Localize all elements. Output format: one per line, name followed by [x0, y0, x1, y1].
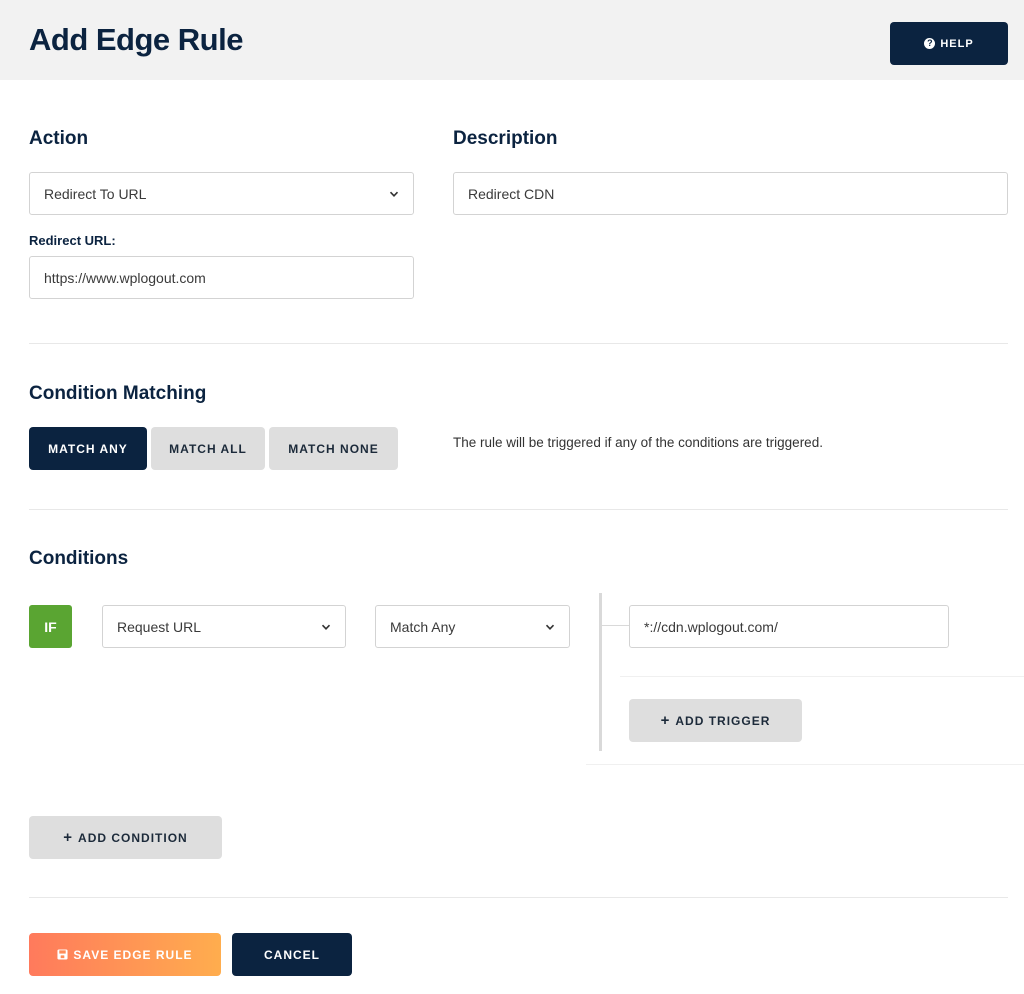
condition-match-value: Match Any [390, 618, 456, 635]
floppy-disk-icon [57, 949, 68, 960]
help-button-label: HELP [940, 37, 974, 50]
add-trigger-label: ADD TRIGGER [675, 713, 771, 728]
if-badge: IF [29, 605, 72, 648]
redirect-url-input[interactable] [29, 256, 414, 299]
chevron-down-icon [321, 624, 331, 630]
condition-type-value: Request URL [117, 618, 202, 635]
trigger-connector-branch [602, 625, 629, 626]
match-any-button[interactable]: MATCH ANY [29, 427, 147, 470]
action-title: Action [29, 128, 89, 149]
save-edge-rule-button[interactable]: SAVE EDGE RULE [29, 933, 221, 976]
match-none-button[interactable]: MATCH NONE [269, 427, 398, 470]
section-divider [29, 897, 1008, 898]
description-title: Description [453, 128, 558, 149]
match-description: The rule will be triggered if any of the… [453, 435, 823, 450]
plus-icon: + [660, 712, 670, 729]
chevron-down-icon [389, 191, 399, 197]
action-select[interactable]: Redirect To URL [29, 172, 414, 215]
add-condition-button[interactable]: + ADD CONDITION [29, 816, 222, 859]
match-all-button[interactable]: MATCH ALL [151, 427, 265, 470]
trigger-input[interactable] [629, 605, 949, 648]
action-select-value: Redirect To URL [44, 185, 147, 202]
conditions-title: Conditions [29, 548, 129, 569]
redirect-url-label: Redirect URL: [29, 233, 116, 248]
description-input[interactable] [453, 172, 1008, 215]
section-divider [29, 509, 1008, 510]
trigger-separator [620, 676, 1024, 677]
help-button[interactable]: ? HELP [890, 22, 1008, 65]
condition-row-separator [586, 764, 1024, 765]
cancel-button[interactable]: CANCEL [232, 933, 352, 976]
section-divider [29, 343, 1008, 344]
add-trigger-button[interactable]: + ADD TRIGGER [629, 699, 802, 742]
condition-type-select[interactable]: Request URL [102, 605, 346, 648]
page-title: Add Edge Rule [29, 22, 243, 57]
condition-matching-title: Condition Matching [29, 383, 207, 404]
add-condition-label: ADD CONDITION [78, 830, 188, 845]
condition-match-select[interactable]: Match Any [375, 605, 570, 648]
plus-icon: + [63, 829, 73, 846]
question-circle-icon: ? [924, 38, 936, 49]
chevron-down-icon [545, 624, 555, 630]
save-edge-rule-label: SAVE EDGE RULE [73, 947, 193, 962]
trigger-connector-line [599, 593, 602, 751]
